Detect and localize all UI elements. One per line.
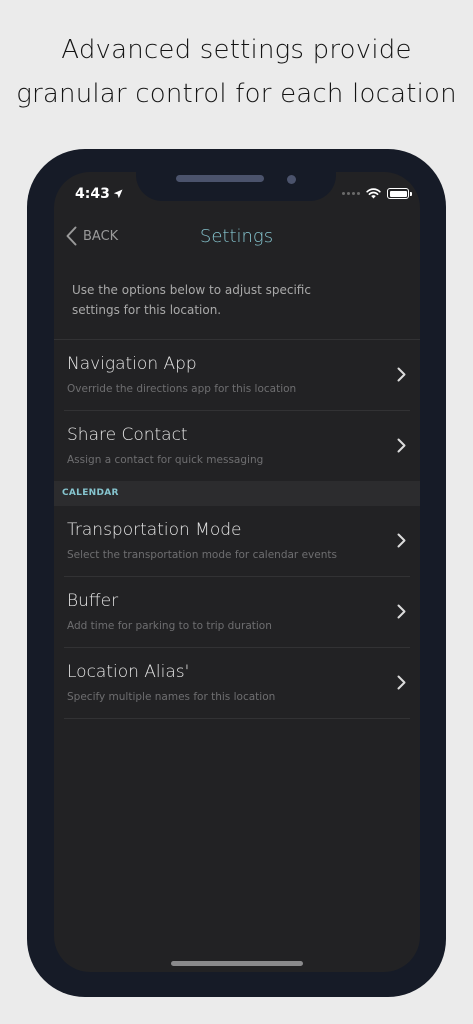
section-header-label: CALENDAR xyxy=(62,488,119,498)
status-bar-time: 4:43 xyxy=(75,186,123,202)
chevron-right-icon xyxy=(397,438,406,453)
page-title: Settings xyxy=(199,226,274,247)
chevron-right-icon xyxy=(397,367,406,382)
row-title: Navigation App xyxy=(67,354,197,374)
cellular-signal-icon xyxy=(342,192,360,195)
row-subtitle: Specify multiple names for this location xyxy=(67,691,276,703)
row-divider xyxy=(64,718,410,719)
chevron-right-icon xyxy=(397,533,406,548)
row-subtitle: Assign a contact for quick messaging xyxy=(67,454,264,466)
row-navigation-app[interactable]: Navigation App Override the directions a… xyxy=(54,340,420,410)
chevron-right-icon xyxy=(397,675,406,690)
row-transportation-mode[interactable]: Transportation Mode Select the transport… xyxy=(54,506,420,576)
headline-line-1: Advanced settings provide xyxy=(61,35,412,65)
headline-line-2: granular control for each location xyxy=(16,79,457,109)
home-indicator[interactable] xyxy=(171,961,303,966)
marketing-headline: Advanced settings provide granular contr… xyxy=(0,28,473,116)
status-time-text: 4:43 xyxy=(75,186,110,202)
row-location-alias[interactable]: Location Alias' Specify multiple names f… xyxy=(54,648,420,718)
row-title: Transportation Mode xyxy=(67,520,242,540)
row-subtitle: Override the directions app for this loc… xyxy=(67,383,297,395)
row-share-contact[interactable]: Share Contact Assign a contact for quick… xyxy=(54,411,420,481)
wifi-icon xyxy=(366,188,381,199)
row-title: Buffer xyxy=(67,591,119,611)
row-title: Share Contact xyxy=(67,425,188,445)
row-subtitle: Add time for parking to to trip duration xyxy=(67,620,272,632)
row-title: Location Alias' xyxy=(67,662,190,682)
status-bar-indicators xyxy=(342,188,412,199)
speaker-grille xyxy=(176,175,264,182)
intro-description: Use the options below to adjust specific… xyxy=(72,283,311,317)
battery-icon xyxy=(387,188,412,199)
chevron-right-icon xyxy=(397,604,406,619)
section-header-calendar: CALENDAR xyxy=(54,481,420,506)
location-arrow-icon xyxy=(113,189,123,199)
row-subtitle: Select the transportation mode for calen… xyxy=(67,549,337,561)
front-camera xyxy=(287,175,296,184)
row-buffer[interactable]: Buffer Add time for parking to to trip d… xyxy=(54,577,420,647)
